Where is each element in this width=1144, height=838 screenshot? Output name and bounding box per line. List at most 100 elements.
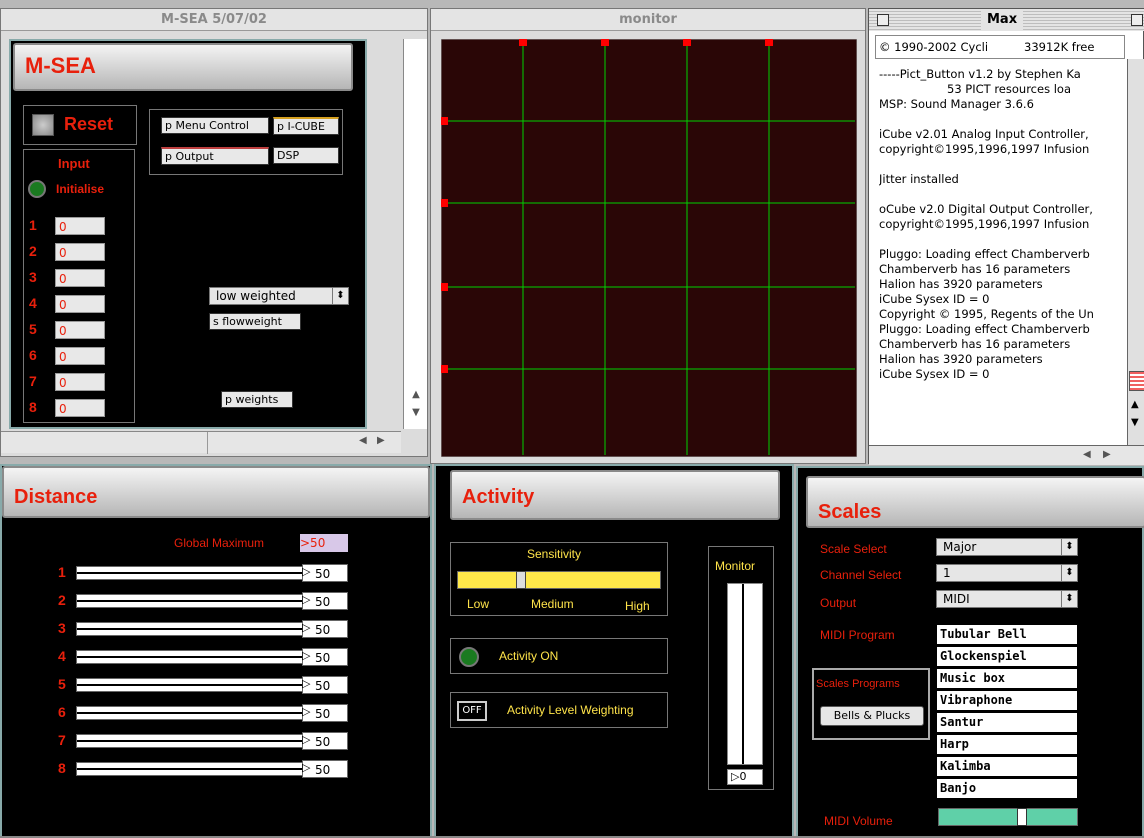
scroll-down-icon[interactable]: ▼: [1131, 417, 1139, 428]
column-marker[interactable]: [519, 39, 527, 46]
input-label: Input: [58, 156, 90, 171]
scales-programs-panel: Scales Programs Bells & Plucks: [812, 668, 930, 740]
input-number: 3: [29, 269, 37, 285]
dsp-object[interactable]: DSP: [273, 147, 339, 164]
max-window: Max © 1990-2002 Cycli 33912K free -----P…: [868, 8, 1144, 465]
monitor-title: monitor: [431, 9, 865, 31]
activity-on-toggle[interactable]: [459, 647, 479, 667]
row-marker[interactable]: [441, 365, 448, 373]
sensitivity-panel: Sensitivity Low Medium High: [450, 542, 668, 616]
midi-program-item[interactable]: Tubular Bell: [936, 624, 1078, 645]
close-box-icon[interactable]: [877, 14, 889, 26]
max-vscrollbar[interactable]: ▲ ▼: [1127, 59, 1144, 445]
sensitivity-slider[interactable]: [457, 571, 661, 589]
midi-program-item[interactable]: Kalimba: [936, 756, 1078, 777]
distance-slider[interactable]: [76, 762, 304, 776]
input-number: 7: [29, 373, 37, 389]
channel-select-value: 1: [943, 566, 951, 580]
scroll-thumb[interactable]: [1129, 371, 1144, 391]
monitor-panel: Monitor ▷0: [708, 546, 774, 790]
scroll-right-icon[interactable]: ▶: [377, 435, 385, 446]
distance-slider[interactable]: [76, 566, 304, 580]
row-marker[interactable]: [441, 283, 448, 291]
scroll-right-icon[interactable]: ▶: [1103, 449, 1111, 460]
hscroll-divider: [207, 432, 208, 454]
scroll-left-icon[interactable]: ◀: [359, 435, 367, 446]
channel-select[interactable]: 1 ⬍: [936, 564, 1078, 582]
icube-object[interactable]: p I-CUBE: [273, 117, 339, 135]
input-number: 8: [29, 399, 37, 415]
activity-banner: Activity: [450, 470, 780, 520]
scale-select[interactable]: Major ⬍: [936, 538, 1078, 556]
weighting-select-value: low weighted: [216, 289, 296, 303]
output-object[interactable]: p Output: [161, 147, 269, 165]
input-value-field[interactable]: 0: [55, 295, 105, 313]
distance-row-number: 8: [58, 760, 66, 776]
distance-slider[interactable]: [76, 650, 304, 664]
global-max-label: Global Maximum: [174, 536, 265, 550]
off-button[interactable]: OFF: [457, 701, 487, 721]
msea-hscrollbar[interactable]: ◀ ▶: [1, 431, 401, 454]
distance-slider[interactable]: [76, 594, 304, 608]
scroll-up-icon[interactable]: ▲: [1131, 399, 1139, 410]
midi-program-item[interactable]: Vibraphone: [936, 690, 1078, 711]
input-value-field[interactable]: 0: [55, 269, 105, 287]
midi-volume-slider[interactable]: [938, 808, 1078, 826]
distance-slider[interactable]: [76, 734, 304, 748]
scroll-up-icon[interactable]: ▲: [404, 389, 428, 407]
msea-banner: M-SEA: [13, 43, 353, 91]
scroll-down-icon[interactable]: ▼: [404, 407, 428, 425]
input-value-field[interactable]: 0: [55, 217, 105, 235]
midi-program-item[interactable]: Harp: [936, 734, 1078, 755]
input-value-field[interactable]: 0: [55, 399, 105, 417]
log-line: Halion has 3920 parameters: [879, 277, 1043, 291]
distance-slider[interactable]: [76, 622, 304, 636]
column-marker[interactable]: [683, 39, 691, 46]
midi-program-label: MIDI Program: [820, 628, 895, 642]
reset-label: Reset: [64, 114, 114, 134]
column-marker[interactable]: [601, 39, 609, 46]
initialise-label: Initialise: [56, 182, 105, 196]
msea-window: M-SEA 5/07/02 M-SEA Reset Input Initiali…: [0, 8, 428, 457]
reset-button[interactable]: [32, 114, 54, 136]
max-title: Max: [981, 9, 1024, 31]
max-log: -----Pict_Button v1.2 by Stephen Ka 53 PI…: [879, 67, 1125, 439]
midi-program-item[interactable]: Santur: [936, 712, 1078, 733]
log-line: Halion has 3920 parameters: [879, 352, 1043, 366]
weights-object[interactable]: p weights: [221, 391, 293, 408]
max-info-bar: © 1990-2002 Cycli 33912K free: [875, 35, 1125, 59]
column-marker[interactable]: [765, 39, 773, 46]
row-marker[interactable]: [441, 117, 448, 125]
weighting-select[interactable]: low weighted ⬍: [209, 287, 349, 305]
input-value-field[interactable]: 0: [55, 321, 105, 339]
scroll-left-icon[interactable]: ◀: [1083, 449, 1091, 460]
input-value-field[interactable]: 0: [55, 243, 105, 261]
input-value-field[interactable]: 0: [55, 373, 105, 391]
copyright-text: © 1990-2002 Cycli: [879, 40, 989, 54]
msea-vscrollbar[interactable]: ▲ ▼: [403, 39, 427, 429]
chevron-updown-icon: ⬍: [1061, 539, 1077, 555]
output-select[interactable]: MIDI ⬍: [936, 590, 1078, 608]
monitor-label: Monitor: [715, 559, 756, 573]
initialise-button[interactable]: [28, 180, 46, 198]
zoom-box-icon[interactable]: [1131, 14, 1143, 26]
midi-program-item[interactable]: Music box: [936, 668, 1078, 689]
bells-plucks-button[interactable]: Bells & Plucks: [820, 706, 924, 726]
sensitivity-knob[interactable]: [516, 571, 526, 589]
row-marker[interactable]: [441, 199, 448, 207]
distance-slider[interactable]: [76, 706, 304, 720]
midi-program-item[interactable]: Glockenspiel: [936, 646, 1078, 667]
flowweight-object[interactable]: s flowweight: [209, 313, 301, 330]
distance-slider[interactable]: [76, 678, 304, 692]
menu-control-object[interactable]: p Menu Control: [161, 117, 269, 134]
value-arrow-icon: ▷: [302, 733, 311, 746]
input-value-field[interactable]: 0: [55, 347, 105, 365]
max-hscrollbar[interactable]: ◀ ▶: [869, 445, 1144, 465]
global-max-value[interactable]: >50: [300, 534, 348, 552]
scales-window: Scales Scale Select Major ⬍ Channel Sele…: [796, 466, 1144, 838]
scale-select-label: Scale Select: [820, 542, 887, 556]
log-line: iCube Sysex ID = 0: [879, 292, 990, 306]
midi-volume-knob[interactable]: [1017, 808, 1027, 826]
midi-program-item[interactable]: Banjo: [936, 778, 1078, 799]
